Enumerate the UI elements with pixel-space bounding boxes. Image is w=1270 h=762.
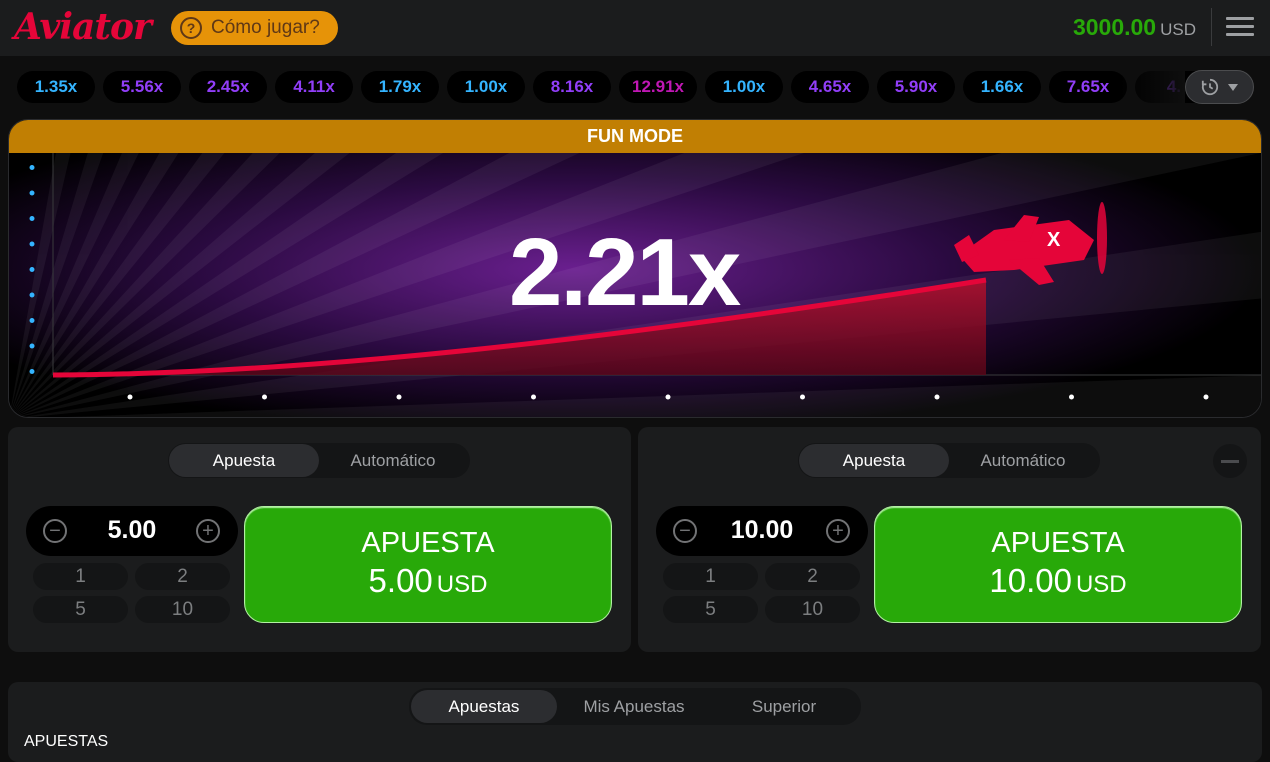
x-axis-dot [396, 394, 402, 400]
quick-amount-5[interactable]: 5 [33, 596, 128, 623]
y-axis-dot [29, 267, 35, 272]
x-axis-dot [531, 394, 536, 400]
tab-bet[interactable]: Apuesta [799, 444, 949, 477]
question-icon: ? [180, 17, 202, 39]
y-axis-dot [29, 369, 35, 374]
bet-panel-1: Apuesta Automático − 5.00 + 1 2 5 10 APU… [8, 427, 631, 652]
balance-display: 3000.00 USD [1073, 14, 1196, 41]
tab-my-bets[interactable]: Mis Apuestas [561, 690, 707, 723]
quick-amount-5[interactable]: 5 [663, 596, 758, 623]
increase-amount-button[interactable]: + [196, 519, 220, 543]
quick-amount-10[interactable]: 10 [765, 596, 860, 623]
history-multiplier[interactable]: 2.45x [189, 71, 267, 103]
bet-button-amount: 10.00 [989, 562, 1072, 599]
x-axis-dot [665, 394, 671, 400]
history-multiplier[interactable]: 5.56x [103, 71, 181, 103]
history-multiplier[interactable]: 1.35x [17, 71, 95, 103]
bets-tabs: Apuestas Mis Apuestas Superior [409, 688, 861, 725]
bet-amount-value[interactable]: 10.00 [700, 516, 824, 545]
bet-panel-2: Apuesta Automático − 10.00 + 1 2 5 10 AP… [638, 427, 1261, 652]
tab-bet[interactable]: Apuesta [169, 444, 319, 477]
history-multiplier[interactable]: 4.11x [275, 71, 353, 103]
bet-button-label: APUESTA [991, 527, 1125, 559]
game-stage: X FUN MODE 2.21x [8, 119, 1262, 418]
history-multiplier[interactable]: 4.65x [791, 71, 869, 103]
increase-amount-button[interactable]: + [826, 519, 850, 543]
bet-mode-tabs: Apuesta Automático [798, 443, 1100, 478]
history-toggle-button[interactable] [1185, 70, 1254, 104]
bet-button-currency: USD [1075, 571, 1127, 598]
top-bar: Aviator ? Cómo jugar? 3000.00 USD [0, 0, 1270, 56]
quick-amount-10[interactable]: 10 [135, 596, 230, 623]
tab-auto[interactable]: Automático [318, 444, 468, 477]
y-axis-dot [29, 343, 35, 349]
quick-amount-1[interactable]: 1 [663, 563, 758, 590]
tab-all-bets[interactable]: Apuestas [411, 690, 557, 723]
bet-button-label: APUESTA [361, 527, 495, 559]
tab-auto[interactable]: Automático [948, 444, 1098, 477]
decrease-amount-button[interactable]: − [673, 519, 697, 543]
bets-section: Apuestas Mis Apuestas Superior APUESTAS [8, 682, 1262, 762]
header-divider [1211, 8, 1212, 46]
quick-amount-1[interactable]: 1 [33, 563, 128, 590]
decrease-amount-button[interactable]: − [43, 519, 67, 543]
y-axis-dot [29, 190, 35, 196]
bet-mode-tabs: Apuesta Automático [168, 443, 470, 478]
how-to-play-button[interactable]: ? Cómo jugar? [171, 11, 338, 45]
x-axis-dot [1203, 394, 1209, 400]
history-multiplier[interactable]: 7.65x [1049, 71, 1127, 103]
history-multiplier[interactable]: 8.16x [533, 71, 611, 103]
current-multiplier: 2.21x [509, 219, 741, 326]
bets-title: APUESTAS [24, 733, 109, 750]
balance-currency: USD [1160, 20, 1196, 39]
history-multiplier[interactable]: 5.90x [877, 71, 955, 103]
tab-top[interactable]: Superior [711, 690, 857, 723]
y-axis-dot [29, 216, 35, 221]
x-axis-dot [262, 394, 267, 400]
x-axis-dot [1069, 394, 1074, 400]
quick-amount-2[interactable]: 2 [135, 563, 230, 590]
how-to-play-label: Cómo jugar? [211, 17, 320, 38]
y-axis-dot [29, 241, 35, 247]
bet-button-currency: USD [436, 571, 488, 598]
fun-mode-banner: FUN MODE [9, 120, 1261, 153]
x-axis-dot [127, 394, 133, 400]
bet-amount-stepper: − 5.00 + [26, 506, 238, 556]
history-multiplier[interactable]: 12.91x [619, 71, 697, 103]
y-axis-dot [29, 165, 35, 170]
bet-button-amount-line: 10.00 USD [875, 562, 1241, 600]
history-clock-icon [1201, 78, 1218, 96]
history-fade [1120, 56, 1185, 116]
x-axis-dot [934, 394, 940, 400]
y-axis-dot [29, 292, 35, 298]
multiplier-history: 1.35x 5.56x 2.45x 4.11x 1.79x 1.00x 8.16x 12.91… [0, 56, 1270, 116]
quick-amount-2[interactable]: 2 [765, 563, 860, 590]
bet-amount-value[interactable]: 5.00 [70, 516, 194, 545]
history-multiplier[interactable]: 1.00x [447, 71, 525, 103]
chevron-down-icon [1227, 84, 1238, 91]
balance-amount: 3000.00 [1072, 14, 1157, 40]
place-bet-button[interactable]: APUESTA 10.00 USD [874, 506, 1242, 623]
hamburger-menu-icon[interactable] [1226, 17, 1254, 39]
bet-amount-stepper: − 10.00 + [656, 506, 868, 556]
history-multiplier[interactable]: 1.66x [963, 71, 1041, 103]
bet-button-amount: 5.00 [368, 562, 433, 599]
x-axis-dot [800, 394, 805, 400]
minus-icon [1221, 459, 1239, 463]
y-axis-dot [29, 318, 35, 323]
aviator-logo: Aviator [14, 6, 152, 48]
history-multiplier[interactable]: 1.00x [705, 71, 783, 103]
bet-button-amount-line: 5.00 USD [245, 562, 611, 600]
remove-panel-button[interactable] [1213, 444, 1247, 478]
svg-text:X: X [1047, 229, 1061, 251]
history-multiplier[interactable]: 1.79x [361, 71, 439, 103]
place-bet-button[interactable]: APUESTA 5.00 USD [244, 506, 612, 623]
